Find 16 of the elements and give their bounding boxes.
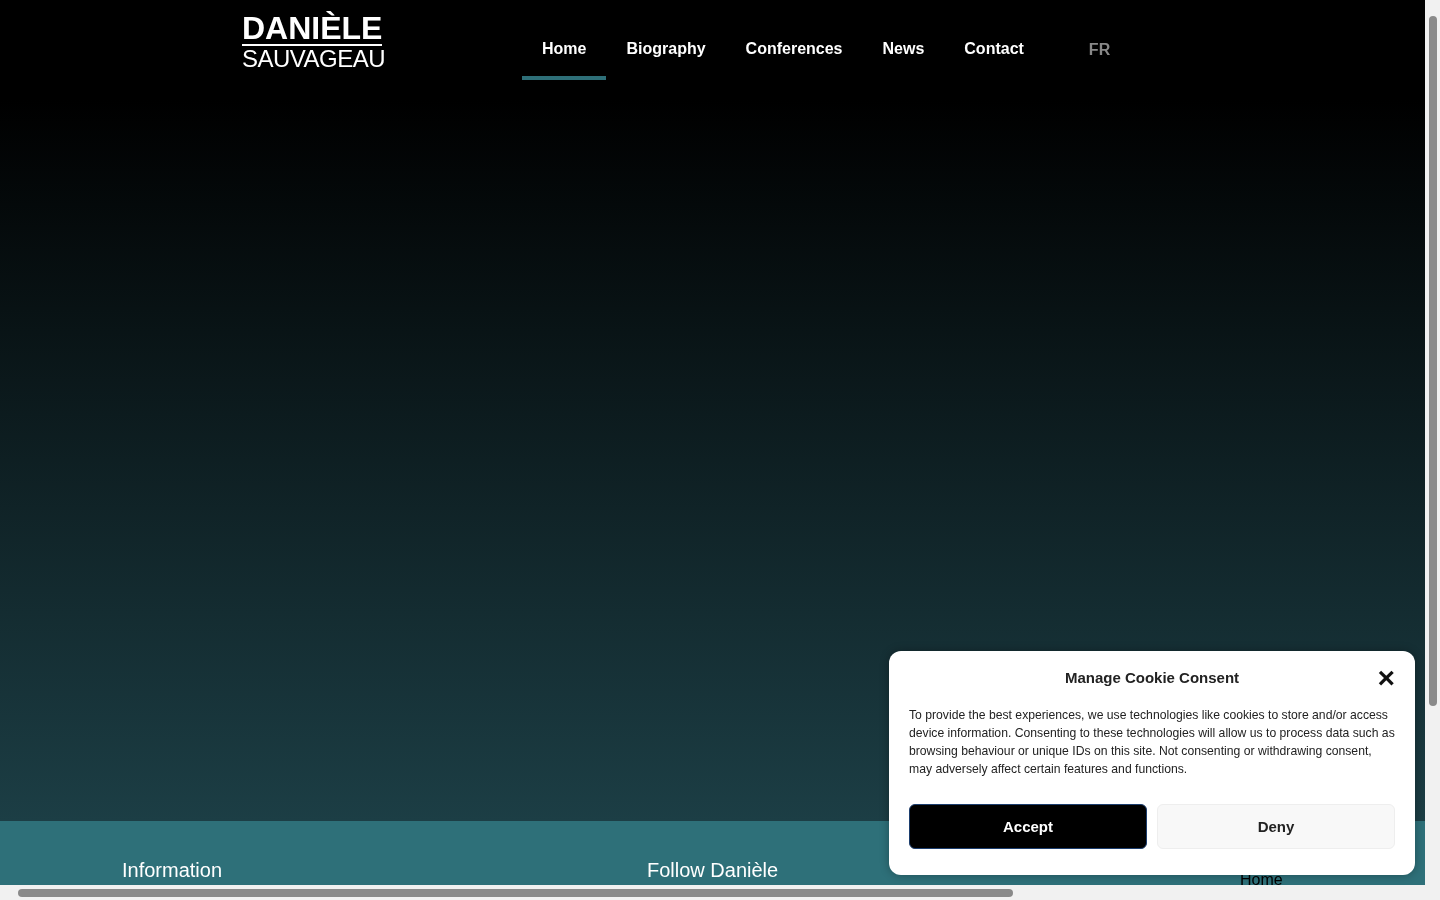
nav-tab[interactable]: Biography bbox=[606, 0, 726, 80]
nav-tab[interactable]: News bbox=[862, 0, 945, 80]
nav-tab[interactable]: Contact bbox=[944, 0, 1044, 80]
dialog-title: Manage Cookie Consent bbox=[1064, 669, 1240, 686]
deny-button[interactable]: Deny bbox=[1157, 804, 1395, 849]
nav-tab[interactable]: Conferences bbox=[725, 0, 863, 80]
footer-heading: Follow Danièle bbox=[647, 859, 779, 881]
logo-text[interactable]: SAUVAGEAU bbox=[242, 46, 382, 72]
accept-button[interactable]: Accept bbox=[909, 804, 1147, 849]
logo-text[interactable]: DANIÈLE bbox=[242, 12, 382, 46]
vertical-scrollbar[interactable] bbox=[1425, 0, 1440, 885]
consent-text: To provide the best experiences, we use technologies like cookies to store and/or access device information. Consenting to these technologies will allow us to process data such as browsing behaviour or unique IDs on this site. Not consenting or withdrawing consent, may adversely affect certain features and functions. bbox=[909, 707, 1395, 778]
footer-heading: Information bbox=[122, 859, 223, 881]
nav-tab[interactable]: Home bbox=[522, 0, 607, 80]
language-link[interactable]: FR bbox=[1088, 41, 1111, 59]
horizontal-scrollbar[interactable] bbox=[0, 885, 1440, 900]
